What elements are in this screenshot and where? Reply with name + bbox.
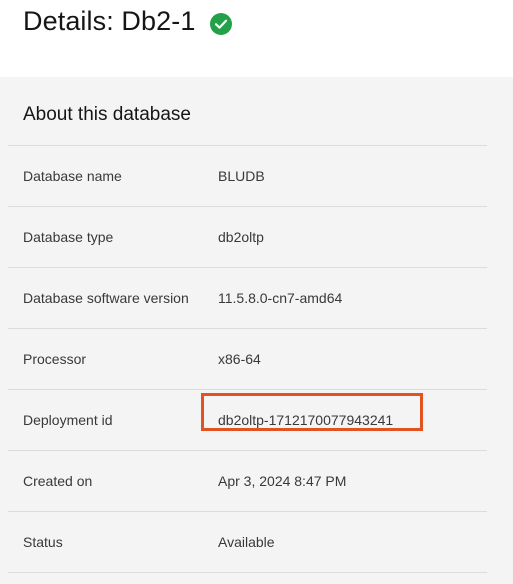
page-header: Details: Db2-1 — [0, 0, 513, 77]
detail-row-deployment-id: Deployment id db2oltp-1712170077943241 — [8, 390, 487, 451]
detail-value: Available — [218, 534, 275, 550]
detail-label: Deployment id — [23, 412, 113, 428]
detail-label: Status — [23, 534, 63, 550]
title-row: Details: Db2-1 — [23, 6, 233, 37]
section-title: About this database — [23, 104, 191, 125]
detail-label: Database name — [23, 168, 122, 184]
detail-value: db2oltp — [218, 229, 264, 245]
detail-row-software-version: Database software version 11.5.8.0-cn7-a… — [8, 268, 487, 329]
detail-value: Apr 3, 2024 8:47 PM — [218, 473, 347, 489]
detail-label: Processor — [23, 351, 87, 367]
detail-value: BLUDB — [218, 168, 265, 184]
details-page: Details: Db2-1 About this database Datab… — [0, 0, 513, 584]
about-panel: About this database Database name BLUDB … — [0, 77, 513, 584]
detail-label: Created on — [23, 473, 93, 489]
detail-value[interactable]: db2oltp-1712170077943241 — [218, 412, 393, 428]
detail-row-created-on: Created on Apr 3, 2024 8:47 PM — [8, 451, 487, 512]
details-list: Database name BLUDB Database type db2olt… — [8, 145, 487, 573]
page-title: Details: Db2-1 — [23, 6, 196, 36]
detail-label: Database type — [23, 229, 114, 245]
checkmark-circle-icon — [209, 12, 233, 36]
detail-value: x86-64 — [218, 351, 261, 367]
detail-row-database-name: Database name BLUDB — [8, 146, 487, 207]
detail-value: 11.5.8.0-cn7-amd64 — [218, 290, 343, 306]
detail-row-database-type: Database type db2oltp — [8, 207, 487, 268]
detail-row-processor: Processor x86-64 — [8, 329, 487, 390]
detail-row-status: Status Available — [8, 512, 487, 573]
detail-label: Database software version — [23, 290, 189, 306]
